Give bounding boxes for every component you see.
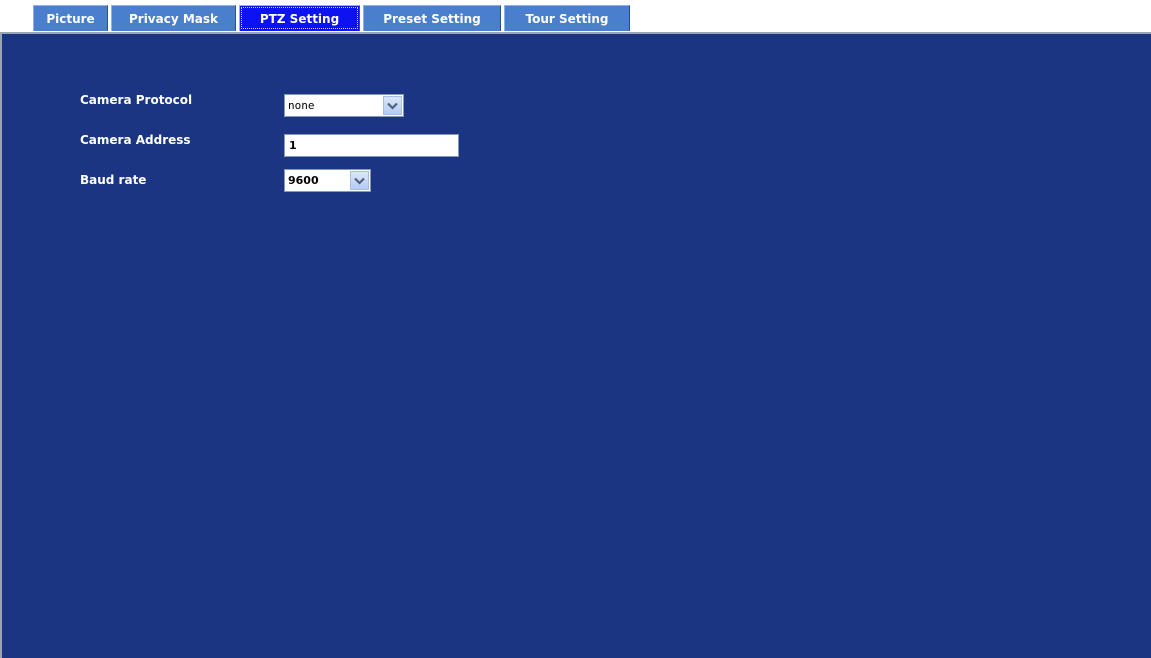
tab-preset-setting[interactable]: Preset Setting (363, 5, 501, 31)
tab-ptz-setting[interactable]: PTZ Setting (239, 5, 360, 31)
baud-rate-label: Baud rate (80, 173, 147, 187)
camera-protocol-label: Camera Protocol (80, 93, 193, 107)
ptz-settings-panel: Camera Protocol none Camera Address 1 Ba… (0, 32, 1151, 658)
camera-address-input[interactable]: 1 (284, 134, 459, 157)
baud-rate-value: 9600 (288, 174, 319, 187)
baud-rate-select[interactable]: 9600 (284, 169, 371, 192)
tab-picture[interactable]: Picture (33, 5, 108, 31)
camera-address-label: Camera Address (80, 133, 191, 147)
camera-protocol-value: none (288, 99, 315, 112)
chevron-down-icon[interactable] (350, 171, 369, 190)
camera-protocol-select[interactable]: none (284, 94, 404, 117)
tab-tour-setting[interactable]: Tour Setting (504, 5, 630, 31)
tab-privacy-mask[interactable]: Privacy Mask (111, 5, 236, 31)
tab-bar: Picture Privacy Mask PTZ Setting Preset … (33, 5, 630, 31)
chevron-down-icon[interactable] (383, 96, 402, 115)
